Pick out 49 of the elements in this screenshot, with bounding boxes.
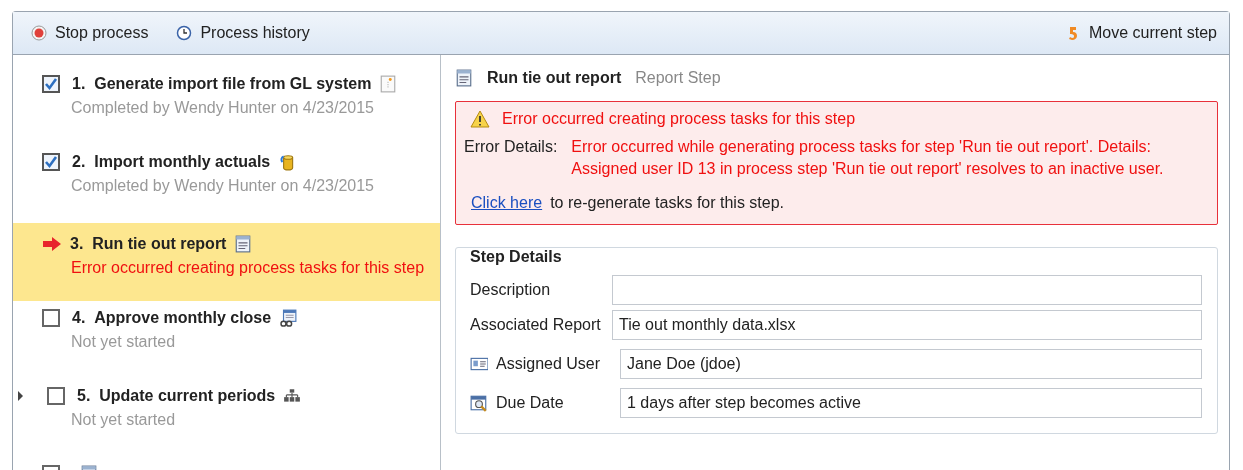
checkbox[interactable] [42,309,60,327]
step-status: Completed by Wendy Hunter on 4/23/2015 [70,177,375,195]
field-label: Description [470,281,551,299]
step-row[interactable]: 1. Generate import file from GL system Completed by Wendy Hunter on 4/23/2015 [13,67,440,145]
field-label: Associated Report [470,316,601,334]
checkbox[interactable] [42,75,60,93]
link-description: to re-generate tasks for this step. [550,194,785,212]
step-row[interactable]: 2. Import monthly actuals Completed by Wendy Hunter on 4/23/2015 [13,145,440,223]
step-title[interactable]: 5. Update current periods [77,387,276,405]
input-field[interactable]: Tie out monthly data.xlsx [612,310,1202,340]
step-status: Not yet started [70,333,177,351]
error-details-label: Error Details: [464,137,558,157]
checkbox[interactable] [42,153,60,171]
document-icon [379,75,398,93]
input-field[interactable] [612,275,1202,305]
error-details-text: Error occurred while generating process tasks for step 'Run tie out report'. Details: [571,137,1153,157]
step-title[interactable]: 4. Approve monthly close [72,309,272,327]
stop-icon [31,25,47,41]
report-icon [455,69,473,87]
hierarchy-icon [283,387,302,405]
step-title[interactable]: 3. Run tie out report [70,235,227,253]
id-card-icon [470,355,488,373]
toolbar-button[interactable]: Process history [176,24,310,42]
step-title: Run tie out report [487,69,622,87]
step-status: Completed by Wendy Hunter on 4/23/2015 [70,99,375,117]
toolbar-button[interactable]: Stop process [31,24,149,42]
clock-icon [176,25,193,41]
regenerate-link[interactable]: Click here [471,194,543,212]
field-label: Assigned User [496,355,601,373]
error-message: Error occurred creating process tasks for this step [502,110,856,128]
report-glasses-icon [279,309,298,327]
input-field[interactable]: 1 days after step becomes active [620,388,1202,418]
field-label: Due Date [496,394,564,412]
checkbox[interactable] [47,387,65,405]
report-icon [234,235,253,253]
toolbar-button[interactable]: Move current step [1064,24,1217,42]
step-row[interactable]: 5. Update current periods Not yet started [13,379,440,457]
expand-arrow-icon[interactable] [18,391,23,401]
warning-icon [470,110,490,128]
calendar-search-icon [470,394,488,412]
step-row[interactable]: 4. Approve monthly close Not yet started [13,301,440,379]
input-field[interactable]: Jane Doe (jdoe) [620,349,1202,379]
step-title[interactable]: 2. Import monthly actuals [72,153,271,171]
error-details-text: Assigned user ID 13 in process step 'Run tie out report' resolves to an inactive user. [571,159,1164,179]
step-status: Not yet started [70,411,177,429]
step-status: Error occurred creating process tasks for this step [70,259,426,277]
step-title[interactable]: 1. Generate import file from GL system [72,75,372,93]
selected-step-row[interactable]: 3. Run tie out report Error occurred creating process tasks for this step [13,223,440,301]
step-type: Report Step [635,69,721,87]
